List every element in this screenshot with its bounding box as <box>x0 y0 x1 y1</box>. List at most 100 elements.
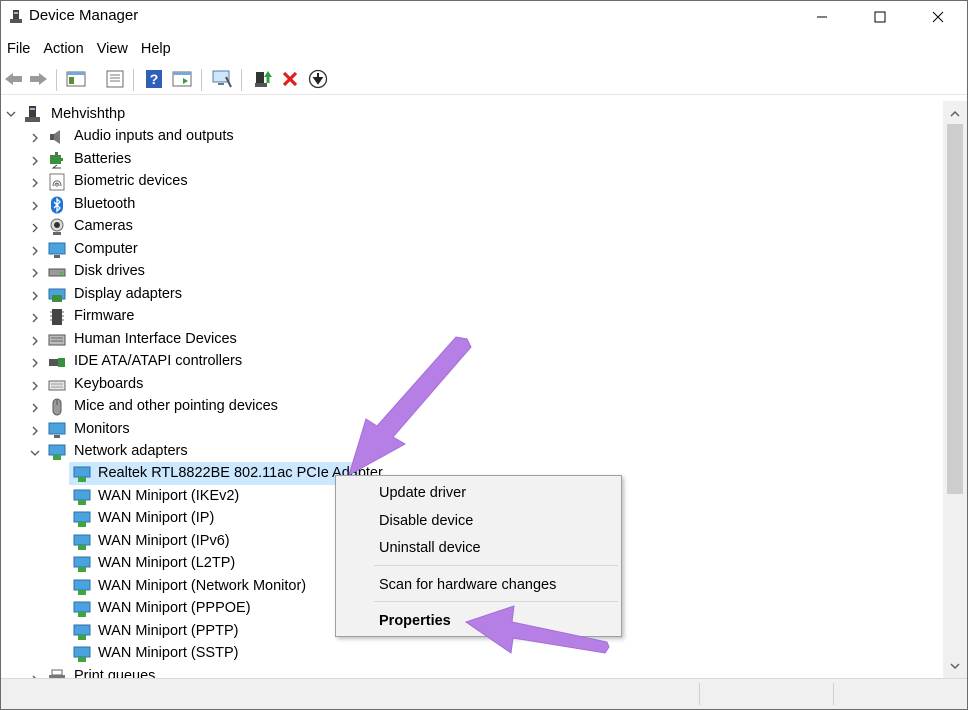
chevron-right-icon <box>32 201 38 210</box>
category-expander[interactable] <box>29 335 41 347</box>
hid-icon <box>48 334 66 345</box>
update-driver-button[interactable] <box>252 68 274 90</box>
category-label-computer[interactable]: Computer <box>74 241 138 257</box>
chevron-right-icon <box>32 178 38 188</box>
fingerprint-icon <box>49 173 65 191</box>
network-device-label[interactable]: WAN Miniport (PPPOE) <box>98 600 251 616</box>
category-label-network-adapters[interactable]: Network adapters <box>74 443 188 459</box>
category-label-bluetooth[interactable]: Bluetooth <box>74 196 135 212</box>
toolbar: ? <box>1 63 967 95</box>
context-separator <box>374 565 618 566</box>
category-label-keyboards[interactable]: Keyboards <box>74 376 143 392</box>
show-hide-console-tree-button[interactable] <box>65 68 87 90</box>
category-expander[interactable] <box>29 132 41 144</box>
context-uninstall-device[interactable]: Uninstall device <box>337 535 620 561</box>
menu-view[interactable]: View <box>91 39 135 61</box>
category-label-print-queues[interactable]: Print queues <box>74 668 155 678</box>
category-expander[interactable] <box>29 177 41 189</box>
title-bar: Device Manager <box>1 1 967 33</box>
network-device-label[interactable]: WAN Miniport (SSTP) <box>98 645 238 661</box>
scroll-down-button[interactable] <box>943 657 967 675</box>
scan-hardware-icon <box>212 70 232 88</box>
help-icon: ? <box>146 70 162 88</box>
webcam-icon <box>50 218 64 235</box>
root-label[interactable]: Mehvishthp <box>51 106 125 122</box>
category-expander[interactable] <box>29 312 41 324</box>
network-adapter-icon <box>73 601 91 617</box>
window-title: Device Manager <box>29 7 139 24</box>
category-expander[interactable] <box>29 245 41 257</box>
vertical-scrollbar[interactable] <box>943 101 967 678</box>
context-update-driver[interactable]: Update driver <box>337 480 620 506</box>
category-expander[interactable] <box>29 155 41 167</box>
network-device-label[interactable]: WAN Miniport (IP) <box>98 510 214 526</box>
category-label-monitors[interactable]: Monitors <box>74 421 130 437</box>
device-manager-window: Device Manager File Action View Help ? M… <box>0 0 968 710</box>
network-adapter-icon <box>73 534 91 550</box>
toolbar-separator <box>56 69 57 91</box>
uninstall-device-button[interactable] <box>279 68 301 90</box>
toolbar-separator <box>241 69 242 91</box>
forward-icon <box>30 73 47 85</box>
context-scan-hardware[interactable]: Scan for hardware changes <box>337 572 620 598</box>
uninstall-icon <box>282 71 298 87</box>
context-properties[interactable]: Properties <box>337 608 620 634</box>
minimize-button[interactable] <box>793 1 851 33</box>
forward-button[interactable] <box>27 68 49 90</box>
category-label-mice-and-other-pointing-devices[interactable]: Mice and other pointing devices <box>74 398 278 414</box>
scroll-up-button[interactable] <box>943 104 967 122</box>
chevron-down-icon <box>950 662 960 669</box>
action-pane-button[interactable] <box>171 68 193 90</box>
category-expander[interactable] <box>29 200 41 212</box>
category-label-audio-inputs-and-outputs[interactable]: Audio inputs and outputs <box>74 128 234 144</box>
category-expander[interactable] <box>29 222 41 234</box>
menu-action[interactable]: Action <box>37 39 90 61</box>
category-label-cameras[interactable]: Cameras <box>74 218 133 234</box>
toolbar-separator <box>133 69 134 91</box>
close-button[interactable] <box>909 1 967 33</box>
help-button[interactable]: ? <box>143 68 165 90</box>
chevron-right-icon <box>32 133 38 143</box>
disable-device-button[interactable] <box>307 68 329 90</box>
maximize-button[interactable] <box>851 1 909 33</box>
network-device-label[interactable]: WAN Miniport (IKEv2) <box>98 488 239 504</box>
category-expander[interactable] <box>29 447 41 459</box>
status-divider <box>833 683 834 705</box>
category-expander[interactable] <box>29 290 41 302</box>
monitor-icon <box>48 242 66 258</box>
category-label-ide-ata-atapi-controllers[interactable]: IDE ATA/ATAPI controllers <box>74 353 242 369</box>
category-label-firmware[interactable]: Firmware <box>74 308 134 324</box>
scrollbar-thumb[interactable] <box>947 124 963 494</box>
category-expander[interactable] <box>29 425 41 437</box>
back-button[interactable] <box>3 68 25 90</box>
category-label-disk-drives[interactable]: Disk drives <box>74 263 145 279</box>
category-label-human-interface-devices[interactable]: Human Interface Devices <box>74 331 237 347</box>
chevron-right-icon <box>32 156 38 165</box>
network-device-label[interactable]: WAN Miniport (IPv6) <box>98 533 230 549</box>
network-adapter-icon <box>73 579 91 595</box>
network-device-label[interactable]: WAN Miniport (Network Monitor) <box>98 578 306 594</box>
network-adapter-icon <box>73 646 91 662</box>
context-disable-device[interactable]: Disable device <box>337 508 620 534</box>
category-label-biometric-devices[interactable]: Biometric devices <box>74 173 188 189</box>
category-expander[interactable] <box>29 402 41 414</box>
monitor-icon <box>48 422 66 438</box>
chevron-down-icon <box>6 111 16 117</box>
category-label-batteries[interactable]: Batteries <box>74 151 131 167</box>
menu-file[interactable]: File <box>1 39 37 61</box>
root-expander[interactable] <box>5 108 17 120</box>
chevron-right-icon <box>32 403 38 413</box>
menu-help[interactable]: Help <box>135 39 178 61</box>
properties-button[interactable] <box>104 68 126 90</box>
scan-hardware-button[interactable] <box>211 68 233 90</box>
network-device-label[interactable]: WAN Miniport (PPTP) <box>98 623 238 639</box>
network-device-label[interactable]: WAN Miniport (L2TP) <box>98 555 235 571</box>
properties-sheet-icon <box>106 70 124 88</box>
category-label-display-adapters[interactable]: Display adapters <box>74 286 182 302</box>
category-expander[interactable] <box>29 357 41 369</box>
category-expander[interactable] <box>29 267 41 279</box>
bluetooth-icon <box>51 196 63 213</box>
network-adapter-icon <box>73 511 91 527</box>
category-expander[interactable] <box>29 380 41 392</box>
minimize-icon <box>817 16 827 18</box>
